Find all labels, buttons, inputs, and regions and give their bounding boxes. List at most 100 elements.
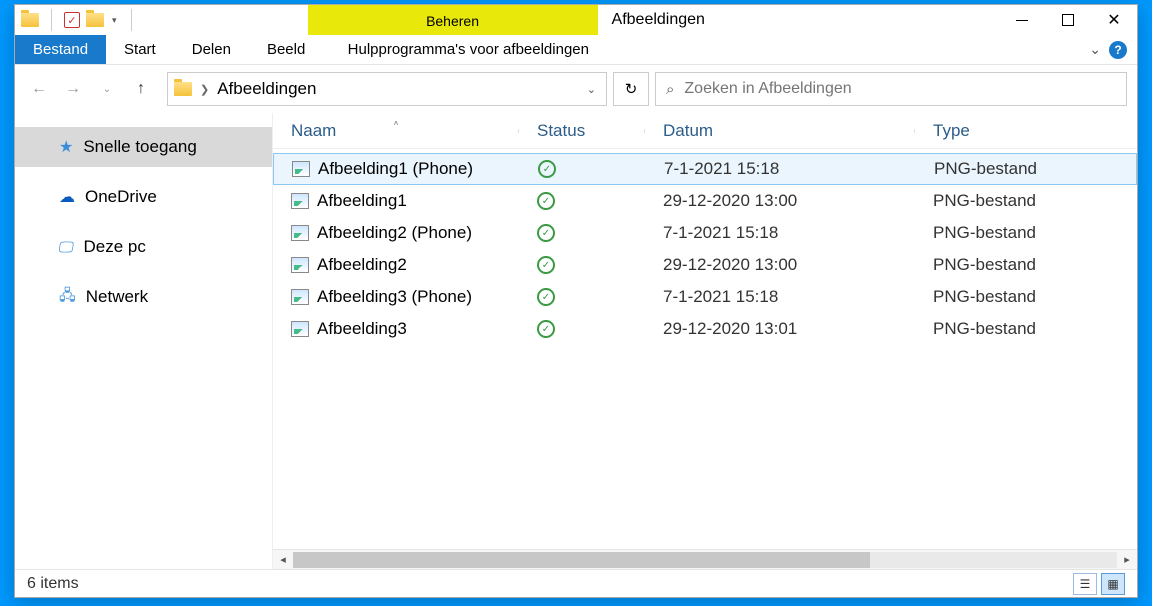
nav-row: ← → ⌄ ↑ ❯ Afbeeldingen ⌄ ↻ ⌕ [15, 65, 1137, 113]
file-date: 29-12-2020 13:00 [645, 255, 915, 275]
sidebar-item-network[interactable]: 🖧 Netwerk [15, 277, 272, 317]
ribbon-expand-icon[interactable]: ⌄ [1089, 41, 1101, 58]
search-icon: ⌕ [666, 81, 674, 98]
contextual-tab-title: Beheren [426, 9, 479, 31]
file-rows: Afbeelding1 (Phone)✓7-1-2021 15:18PNG-be… [273, 149, 1137, 549]
sidebar-label: Snelle toegang [83, 137, 196, 157]
address-dropdown-icon[interactable]: ⌄ [587, 83, 600, 96]
file-date: 7-1-2021 15:18 [646, 159, 916, 179]
sidebar-item-this-pc[interactable]: 🖵 Deze pc [15, 227, 272, 267]
view-switcher: ☰ ▦ [1073, 573, 1125, 595]
search-input[interactable] [684, 80, 1116, 98]
network-icon: 🖧 [59, 285, 76, 310]
pc-icon: 🖵 [58, 239, 75, 256]
recent-button[interactable]: ⌄ [93, 75, 121, 103]
file-name: Afbeelding1 [317, 191, 407, 211]
ribbon-tab-hulpprogrammas[interactable]: Hulpprogramma's voor afbeeldingen [323, 35, 613, 64]
sidebar-label: Deze pc [83, 237, 145, 257]
close-button[interactable]: ✕ [1091, 5, 1137, 35]
file-date: 7-1-2021 15:18 [645, 287, 915, 307]
file-row[interactable]: Afbeelding1 ✓ 29-12-2020 13:00PNG-bestand [273, 185, 1137, 217]
file-date: 29-12-2020 13:00 [645, 191, 915, 211]
body: ★ Snelle toegang ☁ OneDrive 🖵 Deze pc 🖧 … [15, 113, 1137, 569]
file-row[interactable]: Afbeelding3 (Phone) ✓ 7-1-2021 15:18PNG-be… [273, 281, 1137, 313]
file-type: PNG-bestand [915, 287, 1137, 307]
ribbon-tab-file[interactable]: Bestand [15, 35, 106, 64]
image-file-icon [291, 289, 309, 305]
properties-icon[interactable]: ✓ [64, 12, 80, 28]
sync-ok-icon: ✓ [537, 224, 555, 242]
column-header-date[interactable]: Datum [645, 121, 915, 141]
file-row[interactable]: Afbeelding1 (Phone)✓7-1-2021 15:18PNG-be… [273, 153, 1137, 185]
new-folder-icon[interactable] [86, 13, 104, 27]
help-icon[interactable]: ? [1109, 41, 1127, 59]
sidebar-item-onedrive[interactable]: ☁ OneDrive [15, 177, 272, 217]
sidebar-label: Netwerk [86, 287, 148, 307]
file-name: Afbeelding2 (Phone) [317, 223, 472, 243]
file-name: Afbeelding2 [317, 255, 407, 275]
scroll-right-icon[interactable]: ▸ [1117, 553, 1137, 566]
file-name: Afbeelding1 (Phone) [318, 159, 473, 179]
back-button[interactable]: ← [25, 75, 53, 103]
sort-indicator: ˄ [394, 119, 399, 128]
file-type: PNG-bestand [915, 255, 1137, 275]
file-row[interactable]: Afbeelding2 (Phone) ✓ 7-1-2021 15:18PNG-be… [273, 217, 1137, 249]
file-type: PNG-bestand [915, 319, 1137, 339]
ribbon-tab-start[interactable]: Start [106, 35, 174, 64]
scroll-track[interactable] [293, 552, 1117, 568]
folder-icon [21, 13, 39, 27]
ribbon-right: ⌄ ? [1089, 35, 1137, 64]
horizontal-scrollbar[interactable]: ◂ ▸ [273, 549, 1137, 569]
ribbon-tab-beeld[interactable]: Beeld [249, 35, 323, 64]
explorer-window: ✓ ▾ Beheren Afbeeldingen ✕ Bestand Start… [14, 4, 1138, 598]
contextual-tab-header: Beheren [308, 5, 598, 35]
maximize-button[interactable] [1045, 5, 1091, 35]
scroll-left-icon[interactable]: ◂ [273, 553, 293, 566]
image-file-icon [291, 193, 309, 209]
scroll-thumb[interactable] [293, 552, 870, 568]
separator [131, 9, 132, 31]
sidebar-label: OneDrive [85, 187, 157, 207]
file-name: Afbeelding3 [317, 319, 407, 339]
image-file-icon [291, 257, 309, 273]
address-bar[interactable]: ❯ Afbeeldingen ⌄ [167, 72, 607, 106]
star-icon: ★ [59, 137, 73, 157]
details-view-button[interactable]: ☰ [1073, 573, 1097, 595]
separator [51, 9, 52, 31]
column-header-type[interactable]: Type [915, 121, 1137, 141]
sidebar-item-quick-access[interactable]: ★ Snelle toegang [15, 127, 272, 167]
ribbon-tab-delen[interactable]: Delen [174, 35, 249, 64]
file-type: PNG-bestand [915, 223, 1137, 243]
navigation-pane: ★ Snelle toegang ☁ OneDrive 🖵 Deze pc 🖧 … [15, 113, 273, 569]
search-box[interactable]: ⌕ [655, 72, 1127, 106]
up-button[interactable]: ↑ [127, 75, 155, 103]
sync-ok-icon: ✓ [537, 288, 555, 306]
forward-button[interactable]: → [59, 75, 87, 103]
ribbon: Bestand Start Delen Beeld Hulpprogramma'… [15, 35, 1137, 65]
large-icons-view-button[interactable]: ▦ [1101, 573, 1125, 595]
window-controls: ✕ [999, 5, 1137, 35]
column-header-name[interactable]: ˄Naam [273, 121, 519, 141]
file-date: 7-1-2021 15:18 [645, 223, 915, 243]
file-row[interactable]: Afbeelding2✓29-12-2020 13:00PNG-bestand [273, 249, 1137, 281]
window-title: Afbeeldingen [598, 5, 999, 35]
file-type: PNG-bestand [915, 191, 1137, 211]
cloud-icon: ☁ [59, 187, 75, 207]
minimize-button[interactable] [999, 5, 1045, 35]
quick-access-toolbar: ✓ ▾ [15, 5, 138, 35]
file-type: PNG-bestand [916, 159, 1136, 179]
qat-dropdown-icon[interactable]: ▾ [110, 15, 119, 26]
image-file-icon [291, 321, 309, 337]
image-file-icon [291, 225, 309, 241]
refresh-button[interactable]: ↻ [613, 72, 649, 106]
address-text[interactable]: Afbeeldingen [217, 79, 579, 99]
status-bar: 6 items ☰ ▦ [15, 569, 1137, 597]
sync-ok-icon: ✓ [537, 192, 555, 210]
chevron-right-icon: ❯ [200, 83, 209, 96]
column-header-status[interactable]: Status [519, 121, 645, 141]
folder-icon [174, 82, 192, 96]
file-row[interactable]: Afbeelding3✓29-12-2020 13:01PNG-bestand [273, 313, 1137, 345]
file-date: 29-12-2020 13:01 [645, 319, 915, 339]
file-list-pane: ˄Naam Status Datum Type Afbeelding1 (Pho… [273, 113, 1137, 569]
file-name: Afbeelding3 (Phone) [317, 287, 472, 307]
